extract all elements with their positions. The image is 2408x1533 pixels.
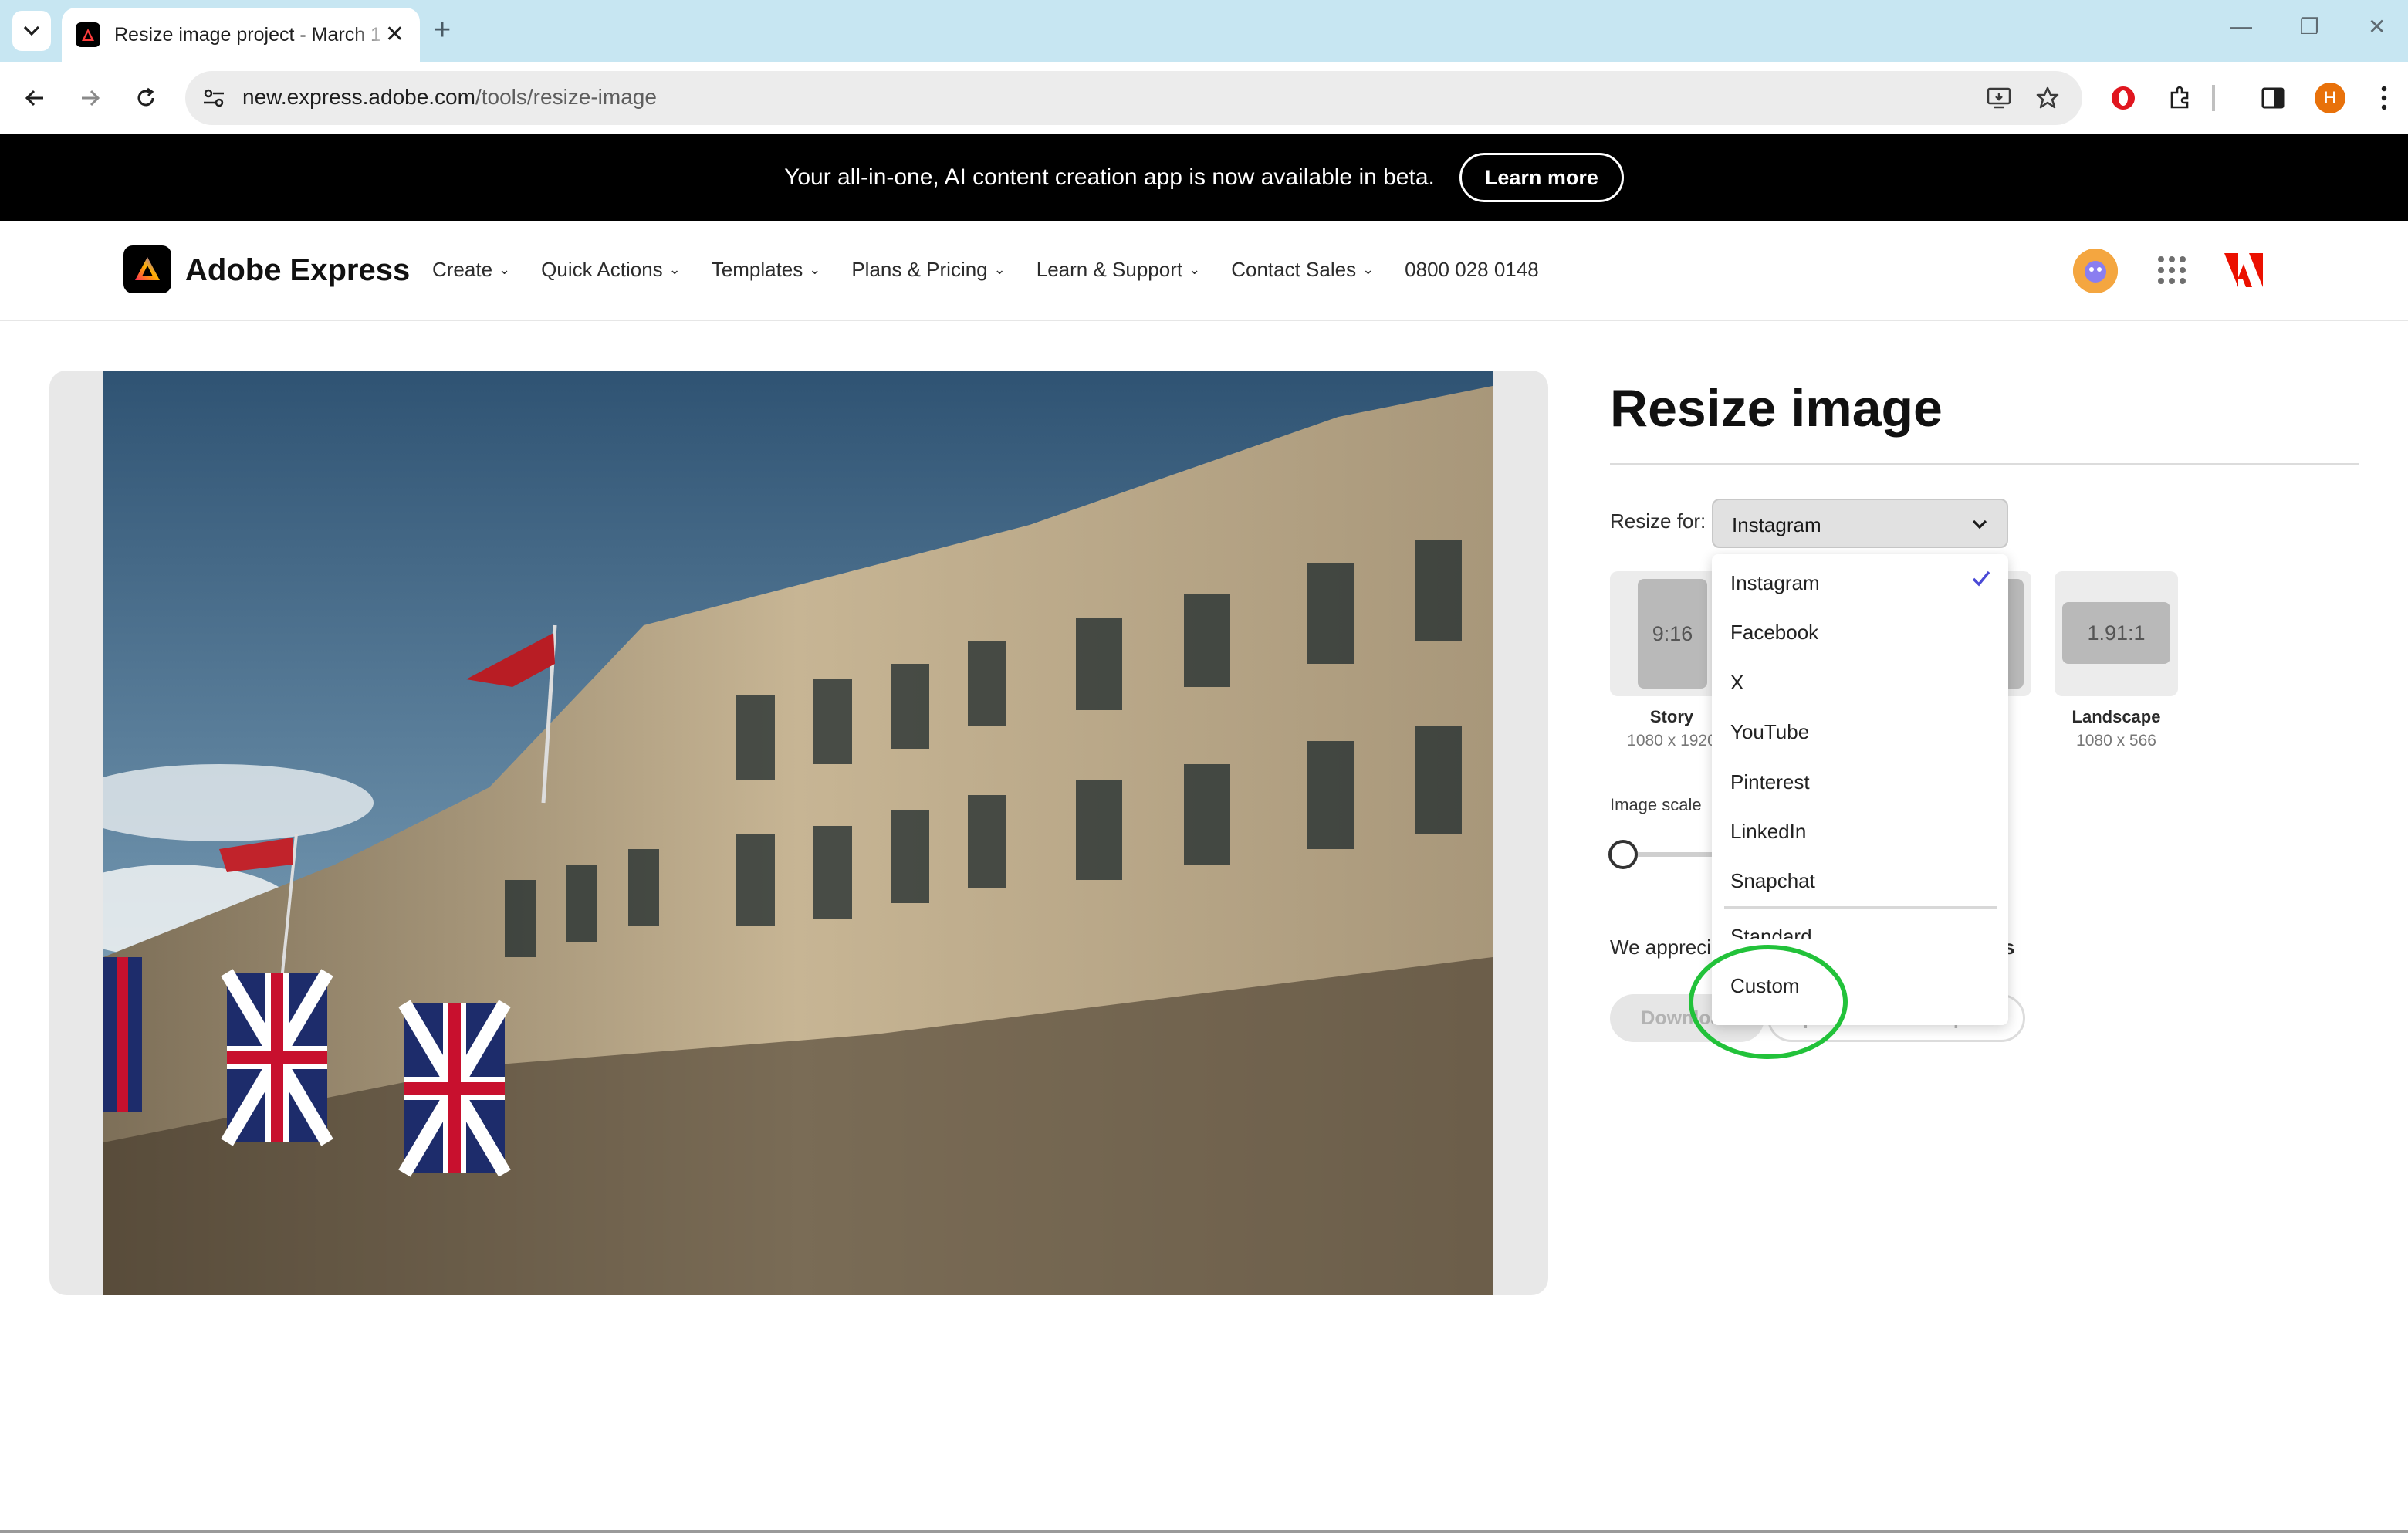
profile-avatar[interactable]: H <box>2311 79 2349 117</box>
image-scale-label: Image scale <box>1610 795 1702 814</box>
preset-ratio: 1.91:1 <box>2062 602 2170 664</box>
chevron-down-icon: ⌄ <box>809 262 821 277</box>
adobe-express-logo-icon[interactable] <box>123 245 171 293</box>
extensions-puzzle-icon[interactable] <box>2161 79 2200 117</box>
menu-separator <box>1724 906 1997 909</box>
close-tab-icon[interactable]: ✕ <box>385 22 404 48</box>
url-domain: new.express.adobe.com <box>242 85 475 109</box>
chevron-down-icon: ⌄ <box>1362 262 1375 277</box>
more-menu-icon[interactable] <box>2365 79 2403 117</box>
select-value: Instagram <box>1732 513 1821 536</box>
menu-item-facebook[interactable]: Facebook <box>1730 621 1818 645</box>
site-settings-icon[interactable] <box>194 79 233 117</box>
nav-create[interactable]: Create ⌄ <box>432 258 510 282</box>
adobe-express-favicon <box>76 22 100 47</box>
tab-title: Resize image project - March 1 <box>114 23 381 46</box>
toolbar-divider <box>2212 85 2215 111</box>
user-avatar[interactable] <box>2073 249 2118 293</box>
chevron-down-icon: ⌄ <box>1189 262 1201 277</box>
menu-item-instagram[interactable]: Instagram <box>1730 571 1820 595</box>
adobe-logo-icon[interactable] <box>2224 253 2263 291</box>
nav-label: Plans & Pricing <box>851 258 988 281</box>
chevron-down-icon: ⌄ <box>668 262 681 277</box>
nav-templates[interactable]: Templates ⌄ <box>712 258 821 282</box>
beta-banner: Your all-in-one, AI content creation app… <box>0 134 2408 221</box>
nav-quick-actions[interactable]: Quick Actions ⌄ <box>541 258 681 282</box>
resize-for-label: Resize for: <box>1610 509 1706 533</box>
preset-ratio: 9:16 <box>1638 579 1707 689</box>
chevron-down-icon <box>1972 519 1987 530</box>
url-text: new.express.adobe.com/tools/resize-image <box>242 85 657 110</box>
menu-item-x[interactable]: X <box>1730 671 1743 695</box>
chevron-down-icon: ⌄ <box>499 262 511 277</box>
banner-text: Your all-in-one, AI content creation app… <box>784 164 1435 190</box>
close-window-icon[interactable]: ✕ <box>2368 14 2386 39</box>
nav-label: Quick Actions <box>541 258 663 281</box>
image-preview <box>49 371 1548 1295</box>
apps-grid-icon[interactable] <box>2158 256 2186 284</box>
page-title: Resize image <box>1610 379 1943 438</box>
nav-label: Create <box>432 258 493 281</box>
nav-label: Learn & Support <box>1036 258 1183 281</box>
menu-item-youtube[interactable]: YouTube <box>1730 720 1809 744</box>
image-scale-slider[interactable] <box>1608 840 1638 869</box>
browser-tab[interactable]: Resize image project - March 1 ✕ <box>62 8 420 62</box>
nav-learn-support[interactable]: Learn & Support ⌄ <box>1037 258 1200 282</box>
building-photo <box>103 371 1493 1295</box>
new-tab-icon[interactable]: + <box>434 14 451 46</box>
opera-extension-icon[interactable] <box>2104 79 2143 117</box>
side-panel-icon[interactable] <box>2254 79 2292 117</box>
url-path: /tools/resize-image <box>475 85 657 109</box>
bottom-border <box>0 1530 2408 1533</box>
brand-name[interactable]: Adobe Express <box>185 253 410 288</box>
back-icon[interactable] <box>15 79 54 117</box>
reload-icon[interactable] <box>127 79 165 117</box>
nav-label: Contact Sales <box>1231 258 1357 281</box>
menu-item-snapchat[interactable]: Snapchat <box>1730 869 1815 893</box>
main-nav: Create ⌄ Quick Actions ⌄ Templates ⌄ Plans … <box>432 258 1570 282</box>
browser-toolbar: new.express.adobe.com/tools/resize-image… <box>0 62 2408 134</box>
preset-landscape[interactable]: 1.91:1 <box>2055 571 2178 696</box>
nav-phone[interactable]: 0800 028 0148 <box>1405 258 1539 282</box>
preset-size: 1080 x 566 <box>2076 732 2156 750</box>
forward-icon[interactable] <box>71 79 110 117</box>
site-header: Adobe Express Create ⌄ Quick Actions ⌄ Tem… <box>0 221 2408 321</box>
preset-name: Landscape <box>2071 707 2161 726</box>
highlight-circle <box>1689 945 1848 1059</box>
resize-for-select[interactable]: Instagram <box>1712 499 2008 548</box>
feedback-text: We apprecia <box>1610 936 1723 959</box>
minimize-icon[interactable]: — <box>2230 14 2252 39</box>
install-app-icon[interactable] <box>1980 79 2019 117</box>
chevron-down-icon: ⌄ <box>993 262 1006 277</box>
title-divider <box>1610 463 2359 465</box>
tab-search-button[interactable] <box>12 11 51 51</box>
restore-icon[interactable]: ❐ <box>2300 14 2319 39</box>
profile-initial: H <box>2315 83 2345 113</box>
browser-tab-strip: Resize image project - March 1 ✕ + — ❐ ✕ <box>0 0 2408 62</box>
nav-contact-sales[interactable]: Contact Sales ⌄ <box>1231 258 1374 282</box>
menu-item-pinterest[interactable]: Pinterest <box>1730 770 1810 794</box>
bookmark-star-icon[interactable] <box>2028 79 2067 117</box>
checkmark-icon <box>1972 570 1990 587</box>
menu-item-linkedin[interactable]: LinkedIn <box>1730 820 1806 844</box>
chevron-down-icon <box>23 25 40 36</box>
nav-label: Templates <box>711 258 803 281</box>
learn-more-button[interactable]: Learn more <box>1459 153 1624 202</box>
nav-plans-pricing[interactable]: Plans & Pricing ⌄ <box>851 258 1005 282</box>
